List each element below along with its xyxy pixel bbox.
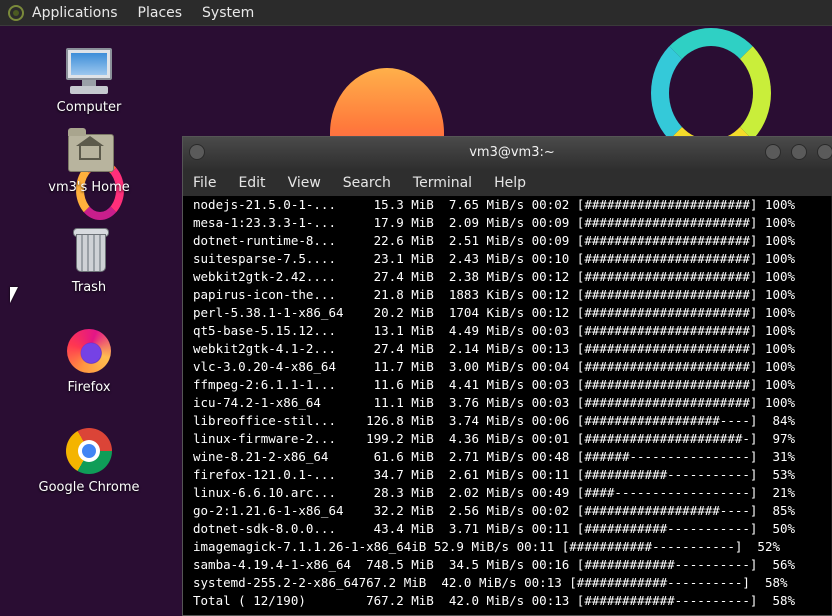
trash-icon xyxy=(64,226,114,276)
terminal-line: Total ( 12/190) 767.2 MiB 42.0 MiB/s 00:… xyxy=(193,593,796,608)
terminal-line: ffmpeg-2:6.1.1-1... 11.6 MiB 4.41 MiB/s … xyxy=(193,377,796,392)
menu-search[interactable]: Search xyxy=(343,175,391,191)
terminal-line: systemd-255.2-2-x86_64767.2 MiB 42.0 MiB… xyxy=(193,575,788,590)
terminal-line: vlc-3.0.20-4-x86_64 11.7 MiB 3.00 MiB/s … xyxy=(193,359,796,374)
terminal-line: suitesparse-7.5.... 23.1 MiB 2.43 MiB/s … xyxy=(193,251,796,266)
desktop-icon-label: Firefox xyxy=(67,380,111,395)
terminal-line: firefox-121.0.1-... 34.7 MiB 2.61 MiB/s … xyxy=(193,467,796,482)
terminal-line: libreoffice-stil... 126.8 MiB 3.74 MiB/s… xyxy=(193,413,796,428)
maximize-icon[interactable] xyxy=(791,144,807,160)
menu-file[interactable]: File xyxy=(193,175,216,191)
terminal-line: papirus-icon-the... 21.8 MiB 1883 KiB/s … xyxy=(193,287,796,302)
terminal-line: webkit2gtk-4.1-2... 27.4 MiB 2.14 MiB/s … xyxy=(193,341,796,356)
distro-logo-icon[interactable] xyxy=(8,4,24,21)
desktop-icon-label: vm3's Home xyxy=(48,180,130,195)
close-icon[interactable] xyxy=(817,144,832,160)
menu-terminal[interactable]: Terminal xyxy=(413,175,472,191)
terminal-line: imagemagick-7.1.1.26-1-x86_64iB 52.9 MiB… xyxy=(193,539,780,554)
desktop-icon-label: Computer xyxy=(56,100,122,115)
terminal-line: perl-5.38.1-1-x86_64 20.2 MiB 1704 KiB/s… xyxy=(193,305,796,320)
desktop-icon-label: Trash xyxy=(71,280,107,295)
desktop-icon-label: Google Chrome xyxy=(38,480,140,495)
terminal-line: icu-74.2-1-x86_64 11.1 MiB 3.76 MiB/s 00… xyxy=(193,395,796,410)
window-title: vm3@vm3:~ xyxy=(469,145,555,160)
mouse-cursor-icon xyxy=(10,287,18,303)
desktop-icon-trash[interactable]: Trash xyxy=(29,226,149,295)
desktop-icon-computer[interactable]: Computer xyxy=(29,46,149,115)
firefox-icon xyxy=(64,326,114,376)
terminal-menubar: File Edit View Search Terminal Help xyxy=(183,169,832,196)
minimize-icon[interactable] xyxy=(765,144,781,160)
terminal-line: qt5-base-5.15.12... 13.1 MiB 4.49 MiB/s … xyxy=(193,323,796,338)
panel-menu-applications[interactable]: Applications xyxy=(32,5,118,21)
menu-edit[interactable]: Edit xyxy=(238,175,265,191)
terminal-line: samba-4.19.4-1-x86_64 748.5 MiB 34.5 MiB… xyxy=(193,557,796,572)
top-panel: Applications Places System xyxy=(0,0,832,26)
menu-help[interactable]: Help xyxy=(494,175,526,191)
home-folder-icon xyxy=(64,126,114,176)
desktop-icon-chrome[interactable]: Google Chrome xyxy=(29,426,149,495)
terminal-line: linux-6.6.10.arc... 28.3 MiB 2.02 MiB/s … xyxy=(193,485,796,500)
terminal-output[interactable]: nodejs-21.5.0-1-... 15.3 MiB 7.65 MiB/s … xyxy=(183,196,832,615)
menu-view[interactable]: View xyxy=(288,175,321,191)
terminal-line: mesa-1:23.3.3-1-... 17.9 MiB 2.09 MiB/s … xyxy=(193,215,796,230)
terminal-line: dotnet-runtime-8... 22.6 MiB 2.51 MiB/s … xyxy=(193,233,796,248)
terminal-line: wine-8.21-2-x86_64 61.6 MiB 2.71 MiB/s 0… xyxy=(193,449,796,464)
desktop-icon-firefox[interactable]: Firefox xyxy=(29,326,149,395)
panel-menu-system[interactable]: System xyxy=(202,5,254,21)
panel-menu-places[interactable]: Places xyxy=(138,5,183,21)
terminal-window[interactable]: vm3@vm3:~ File Edit View Search Terminal… xyxy=(182,136,832,616)
terminal-line: linux-firmware-2... 199.2 MiB 4.36 MiB/s… xyxy=(193,431,796,446)
terminal-line: nodejs-21.5.0-1-... 15.3 MiB 7.65 MiB/s … xyxy=(193,197,796,212)
terminal-titlebar[interactable]: vm3@vm3:~ xyxy=(183,137,832,169)
terminal-line: dotnet-sdk-8.0.0... 43.4 MiB 3.71 MiB/s … xyxy=(193,521,796,536)
desktop-icon-home[interactable]: vm3's Home xyxy=(29,126,149,195)
terminal-line: webkit2gtk-2.42.... 27.4 MiB 2.38 MiB/s … xyxy=(193,269,796,284)
chrome-icon xyxy=(64,426,114,476)
terminal-line: go-2:1.21.6-1-x86_64 32.2 MiB 2.56 MiB/s… xyxy=(193,503,796,518)
computer-icon xyxy=(64,46,114,96)
